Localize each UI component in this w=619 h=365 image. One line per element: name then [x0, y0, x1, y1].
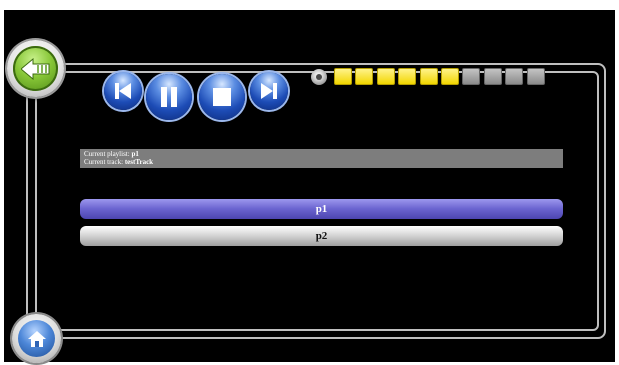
volume-segment[interactable]	[441, 68, 459, 85]
volume-segment[interactable]	[505, 68, 523, 85]
volume-segment[interactable]	[462, 68, 480, 85]
volume-segment[interactable]	[377, 68, 395, 85]
pause-icon	[161, 87, 177, 107]
speaker-icon	[311, 69, 327, 85]
current-track-label: Current track:	[84, 158, 124, 166]
volume-segment[interactable]	[355, 68, 373, 85]
volume-segment[interactable]	[484, 68, 502, 85]
current-playlist-line: Current playlist: p1	[84, 150, 559, 158]
current-playlist-value: p1	[131, 150, 139, 158]
current-track-line: Current track: testTrack	[84, 158, 559, 166]
back-button[interactable]	[7, 40, 64, 97]
volume-segment[interactable]	[398, 68, 416, 85]
next-button[interactable]	[250, 72, 288, 110]
current-playlist-label: Current playlist:	[84, 150, 130, 158]
now-playing-info: Current playlist: p1 Current track: test…	[80, 149, 563, 168]
previous-button[interactable]	[104, 72, 142, 110]
back-arrow-icon	[21, 58, 50, 80]
volume-segment[interactable]	[527, 68, 545, 85]
stop-button[interactable]	[199, 74, 245, 120]
volume-segment[interactable]	[420, 68, 438, 85]
home-button-core	[18, 320, 55, 357]
pause-button[interactable]	[146, 74, 192, 120]
home-icon	[28, 331, 46, 347]
playlist-item-p1[interactable]: p1	[80, 199, 563, 219]
home-button[interactable]	[12, 314, 61, 363]
skip-previous-icon	[115, 83, 131, 99]
back-button-core	[13, 46, 58, 91]
current-track-value: testTrack	[124, 158, 154, 166]
volume-segment[interactable]	[334, 68, 352, 85]
stop-icon	[213, 88, 231, 106]
skip-next-icon	[261, 83, 277, 99]
playlist-item-p2[interactable]: p2	[80, 226, 563, 246]
